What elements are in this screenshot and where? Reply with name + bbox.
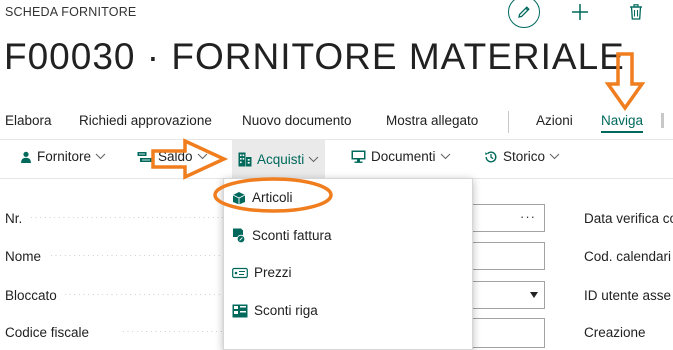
action-mostra-allegato[interactable]: Mostra allegato (386, 113, 478, 128)
subnav-acquisti-label: Acquisti (257, 151, 305, 167)
page-title: F00030 · FORNITORE MATERIALE (4, 36, 625, 77)
invoice-discount-icon (232, 228, 246, 243)
pencil-icon (518, 6, 530, 18)
navigate-subbar: Fornitore Saldo Acquisti Documenti Stori… (0, 139, 673, 179)
field-label-id-utente: ID utente asse (584, 288, 672, 303)
field-label-nome: Nome (5, 249, 42, 264)
menu-item-sconti-fattura[interactable]: Sconti fattura (232, 228, 332, 243)
action-bar: Elabora Richiedi approvazione Nuovo docu… (0, 103, 673, 139)
action-azioni[interactable]: Azioni (536, 113, 573, 128)
field-label-creazione: Creazione (584, 325, 646, 340)
box-icon (232, 191, 246, 205)
chevron-down-icon (440, 153, 451, 160)
action-nuovo-documento[interactable]: Nuovo documento (242, 113, 352, 128)
chevron-down-icon (308, 156, 319, 163)
menu-item-prezzi[interactable]: Prezzi (232, 265, 292, 280)
purchases-icon (238, 152, 252, 167)
action-richiedi-approvazione[interactable]: Richiedi approvazione (79, 113, 212, 128)
menu-item-articoli-label: Articoli (252, 190, 293, 205)
action-separator (508, 111, 509, 133)
page-caption: SCHEDA FORNITORE (5, 5, 137, 19)
menu-item-sconti-riga[interactable]: Sconti riga (232, 303, 318, 318)
delete-button[interactable] (621, 0, 651, 27)
action-naviga[interactable]: Naviga (601, 113, 644, 133)
edit-button[interactable] (508, 0, 540, 28)
acquisti-dropdown-menu: Articoli Sconti fattura Prezzi Sconti ri… (223, 178, 473, 350)
field-label-data-verifica: Data verifica co (584, 211, 673, 226)
subnav-documenti[interactable]: Documenti (351, 149, 451, 164)
chevron-down-icon (197, 153, 208, 160)
subnav-fornitore[interactable]: Fornitore (20, 149, 106, 164)
subnav-fornitore-label: Fornitore (37, 149, 92, 164)
trash-icon (630, 4, 642, 20)
menu-item-sconti-riga-label: Sconti riga (254, 303, 318, 318)
menu-item-prezzi-label: Prezzi (254, 265, 292, 280)
action-overflow-edge (661, 113, 664, 128)
chevron-down-icon (95, 153, 106, 160)
subnav-documenti-label: Documenti (371, 149, 436, 164)
subnav-storico[interactable]: Storico (484, 149, 560, 164)
subnav-saldo-label: Saldo (158, 149, 193, 164)
field-label-cod-calendario: Cod. calendari (584, 249, 672, 264)
subnav-acquisti[interactable]: Acquisti (232, 140, 326, 178)
dropdown-arrow-icon (530, 292, 538, 298)
subnav-saldo[interactable]: Saldo (137, 149, 208, 164)
plus-icon (572, 4, 588, 20)
field-label-nr: Nr. (5, 211, 23, 226)
field-label-codice-fiscale: Codice fiscale (5, 325, 90, 340)
person-icon (20, 151, 32, 163)
new-button[interactable] (565, 0, 595, 27)
field-label-bloccato: Bloccato (5, 288, 57, 303)
chevron-down-icon (549, 153, 560, 160)
price-tag-icon (232, 267, 248, 279)
menu-item-articoli[interactable]: Articoli (232, 190, 293, 205)
monitor-icon (351, 150, 366, 163)
assist-edit-button[interactable]: ··· (520, 209, 536, 224)
action-elabora[interactable]: Elabora (5, 113, 52, 128)
line-discount-icon (232, 304, 248, 318)
history-icon (484, 150, 498, 164)
menu-item-sconti-fattura-label: Sconti fattura (252, 228, 332, 243)
menu-item-partial[interactable] (232, 341, 246, 349)
subnav-storico-label: Storico (503, 149, 546, 164)
balance-icon (137, 151, 153, 163)
